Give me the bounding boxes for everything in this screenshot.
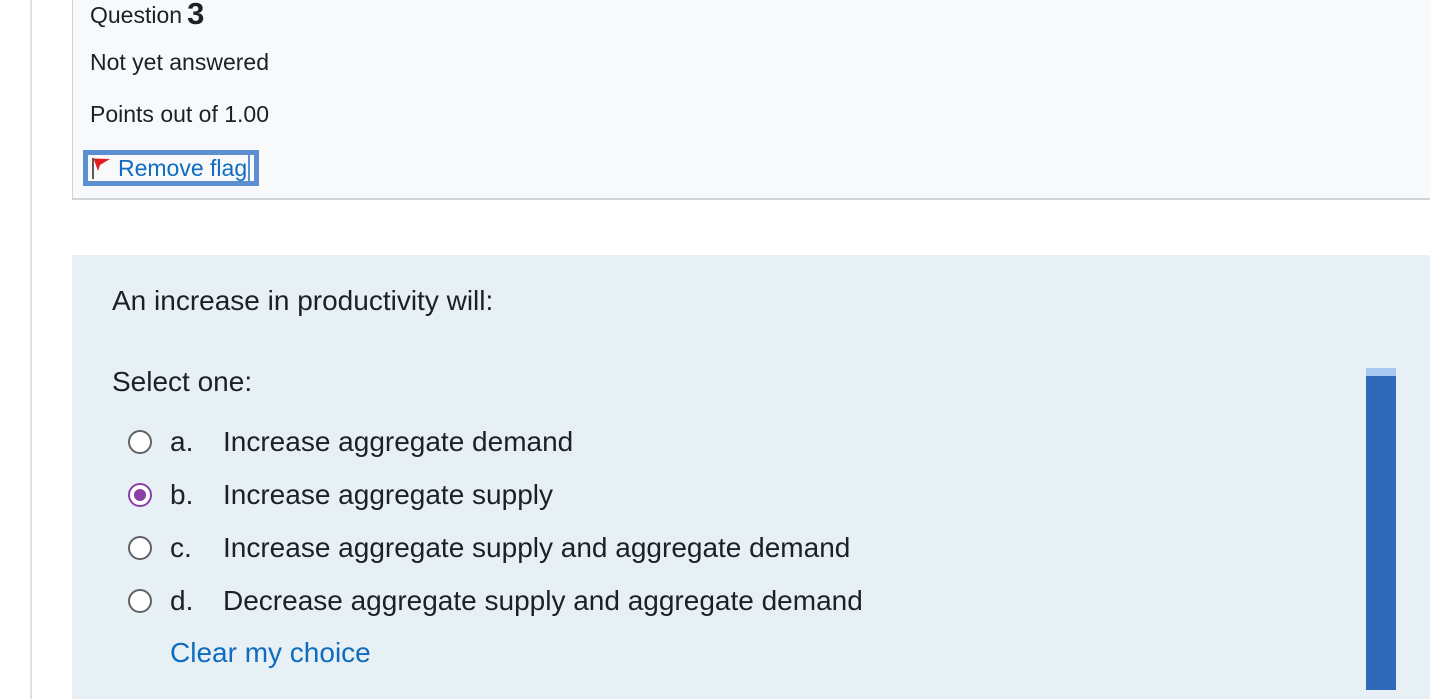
answer-option-a[interactable]: a. Increase aggregate demand bbox=[128, 415, 863, 468]
page-left-border bbox=[30, 0, 32, 699]
option-letter: a. bbox=[170, 425, 194, 457]
remove-flag-button[interactable]: Remove flag bbox=[83, 150, 260, 186]
radio-button-c[interactable] bbox=[128, 535, 152, 560]
answer-option-d[interactable]: d. Decrease aggregate supply and aggrega… bbox=[128, 574, 863, 627]
flag-icon bbox=[90, 156, 112, 180]
clear-choice-link[interactable]: Clear my choice bbox=[170, 637, 371, 669]
answer-option-c[interactable]: c. Increase aggregate supply and aggrega… bbox=[128, 521, 863, 574]
question-info-panel: Question 3 Not yet answered Points out of… bbox=[72, 0, 1430, 200]
remove-flag-label: Remove flag bbox=[118, 155, 251, 181]
scrollbar-thumb[interactable] bbox=[1366, 376, 1396, 690]
answer-options: a. Increase aggregate demand b. Increase… bbox=[128, 415, 863, 627]
option-letter: c. bbox=[170, 531, 192, 563]
question-state: Not yet answered bbox=[90, 49, 269, 75]
option-text: Decrease aggregate supply and aggregate … bbox=[223, 584, 863, 616]
radio-button-b[interactable] bbox=[128, 482, 152, 507]
radio-button-d[interactable] bbox=[128, 588, 152, 613]
option-text: Increase aggregate supply and aggregate … bbox=[223, 531, 851, 563]
question-formulation: An increase in productivity will: Select… bbox=[72, 255, 1430, 699]
option-letter: d. bbox=[170, 584, 194, 616]
answer-prompt: Select one: bbox=[112, 366, 253, 397]
option-letter: b. bbox=[170, 478, 194, 510]
question-number: Question 3 bbox=[90, 0, 204, 32]
question-text: An increase in productivity will: bbox=[112, 285, 494, 316]
answer-option-b[interactable]: b. Increase aggregate supply bbox=[128, 468, 863, 521]
option-text: Increase aggregate demand bbox=[223, 425, 574, 457]
radio-button-a[interactable] bbox=[128, 429, 152, 454]
question-label: Question bbox=[90, 2, 183, 28]
option-text: Increase aggregate supply bbox=[223, 478, 553, 510]
question-number-value: 3 bbox=[187, 0, 205, 31]
question-grade: Points out of 1.00 bbox=[90, 101, 270, 127]
side-scrollbar[interactable] bbox=[1366, 368, 1396, 690]
